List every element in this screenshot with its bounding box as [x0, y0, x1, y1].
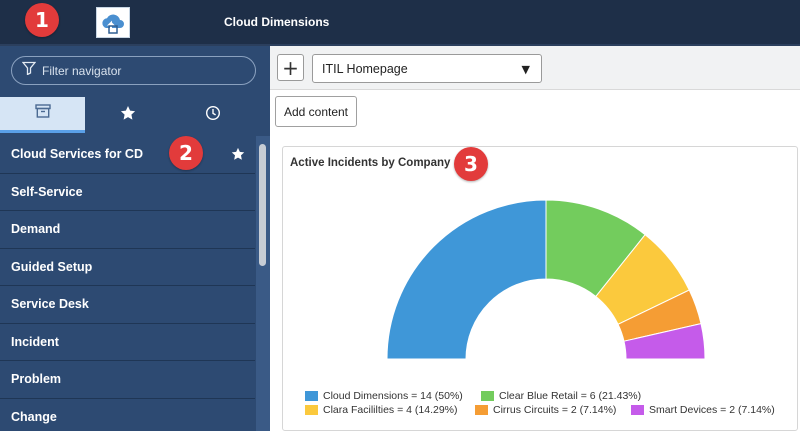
add-dashboard-button[interactable]: +	[277, 54, 304, 81]
nav-item-cloud-services-for-cd[interactable]: Cloud Services for CD	[0, 136, 255, 174]
callout-1: 1	[25, 3, 59, 37]
navigator-sidebar: Cloud Services for CD Self-Service Deman…	[0, 46, 270, 431]
dashboard-toolbar: + ITIL Homepage ▼	[270, 46, 800, 90]
nav-item-label: Demand	[11, 222, 61, 237]
nav-item-label: Cloud Services for CD	[11, 147, 143, 162]
tab-all-applications[interactable]	[0, 97, 85, 133]
favorite-star-icon[interactable]	[231, 147, 245, 164]
nav-item-label: Self-Service	[11, 184, 83, 199]
dashboard-select-value: ITIL Homepage	[322, 61, 408, 76]
archive-icon	[34, 104, 51, 123]
nav-item-label: Problem	[11, 372, 62, 387]
nav-item-change[interactable]: Change	[0, 399, 255, 431]
nav-item-label: Incident	[11, 334, 59, 349]
chart-slice-cloud-dimensions[interactable]	[386, 199, 547, 360]
callout-3: 3	[454, 147, 488, 181]
nav-item-incident[interactable]: Incident	[0, 324, 255, 361]
filter-navigator-input[interactable]	[42, 63, 242, 78]
navigator-tabs	[0, 97, 255, 133]
clock-icon	[205, 105, 221, 126]
tab-favorites[interactable]	[85, 97, 170, 133]
caret-down-icon: ▼	[521, 63, 530, 76]
nav-item-label: Service Desk	[11, 297, 89, 312]
navigator-scrollbar-thumb[interactable]	[259, 144, 266, 266]
incidents-chart	[386, 199, 706, 360]
filter-icon	[21, 61, 37, 80]
incidents-widget: Active Incidents by Company Cloud Dimens…	[282, 146, 798, 431]
app-title: Cloud Dimensions	[224, 15, 330, 29]
tab-history[interactable]	[170, 97, 255, 133]
app-header: 1 Cloud Dimensions	[0, 0, 800, 46]
navigator-scrollbar[interactable]	[256, 136, 270, 431]
nav-item-self-service[interactable]: Self-Service	[0, 174, 255, 211]
callout-2: 2	[169, 136, 203, 170]
nav-item-service-desk[interactable]: Service Desk	[0, 286, 255, 324]
dashboard-select[interactable]: ITIL Homepage ▼	[312, 54, 542, 83]
star-icon	[120, 105, 136, 126]
navigator-list: Cloud Services for CD Self-Service Deman…	[0, 136, 255, 431]
nav-item-label: Change	[11, 409, 57, 424]
main-content: + ITIL Homepage ▼ Add content Active Inc…	[270, 46, 800, 431]
filter-navigator[interactable]	[11, 56, 256, 85]
nav-item-demand[interactable]: Demand	[0, 211, 255, 249]
nav-item-problem[interactable]: Problem	[0, 361, 255, 399]
cloud-logo-icon[interactable]	[96, 7, 130, 38]
add-content-button[interactable]: Add content	[275, 96, 357, 127]
nav-item-guided-setup[interactable]: Guided Setup	[0, 249, 255, 286]
nav-item-label: Guided Setup	[11, 259, 93, 274]
